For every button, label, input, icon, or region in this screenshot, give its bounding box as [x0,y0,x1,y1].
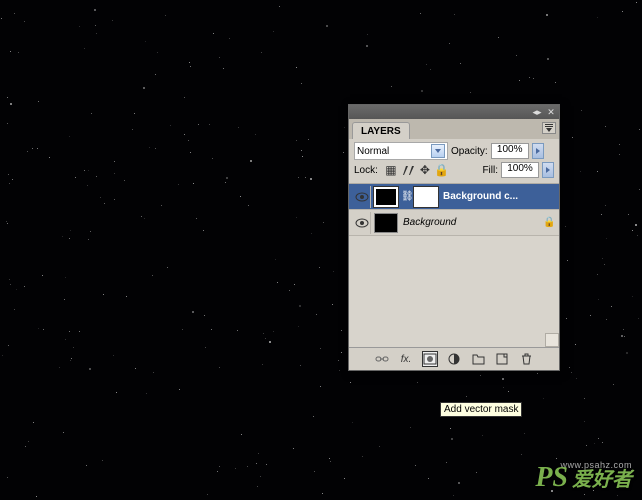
layer-thumbnail[interactable] [374,213,398,233]
lock-all-icon[interactable]: 🔒 [434,162,450,178]
layer-row[interactable]: ⛓ Background c... [349,184,559,210]
fill-flyout-icon[interactable] [542,162,554,178]
mask-link-icon[interactable]: ⛓ [401,191,411,202]
panel-titlebar: ◂▸ ✕ [349,105,559,119]
tab-bar: LAYERS [349,119,559,139]
collapse-icon[interactable]: ◂▸ [532,107,542,117]
lock-icon-group: ▦ ✥ 🔒 [383,162,450,178]
adjustment-layer-icon[interactable] [446,351,462,367]
watermark-ps: PS [535,462,568,494]
panel-bottom-bar: fx. [349,348,559,370]
watermark-text: 爱好者 [572,463,632,492]
lock-indicator-icon: 🔒 [543,217,555,228]
layer-name[interactable]: Background [401,217,540,228]
layer-list: ⛓ Background c... Background 🔒 [349,183,559,236]
opacity-input[interactable]: 100% [491,143,529,159]
layer-row[interactable]: Background 🔒 [349,210,559,236]
mask-thumbnail[interactable] [414,187,438,207]
layer-controls: Normal Opacity: 100% Lock: ▦ ✥ 🔒 Fill: 1… [349,139,559,183]
layer-name[interactable]: Background c... [441,191,555,202]
watermark-logo: PS 爱好者 [535,462,632,494]
add-mask-icon[interactable] [422,351,438,367]
chevron-down-icon [431,144,445,158]
opacity-flyout-icon[interactable] [532,143,544,159]
tooltip: Add vector mask [440,402,522,417]
link-layers-icon[interactable] [374,351,390,367]
delete-layer-icon[interactable] [518,351,534,367]
visibility-icon[interactable] [353,212,371,234]
lock-position-icon[interactable]: ✥ [417,162,433,178]
layers-panel: ◂▸ ✕ LAYERS Normal Opacity: 100% Lock: ▦… [348,104,560,371]
lock-pixels-icon[interactable] [400,162,416,178]
lock-label: Lock: [354,165,378,176]
layer-thumbnail[interactable] [374,187,398,207]
resize-grip-icon[interactable] [545,333,559,347]
opacity-label: Opacity: [451,146,488,157]
visibility-icon[interactable] [353,186,371,208]
blend-mode-select[interactable]: Normal [354,142,448,160]
fill-input[interactable]: 100% [501,162,539,178]
blend-mode-value: Normal [357,146,389,157]
new-group-icon[interactable] [470,351,486,367]
fill-label: Fill: [482,165,498,176]
panel-menu-icon[interactable] [542,122,556,134]
lock-transparent-icon[interactable]: ▦ [383,162,399,178]
new-layer-icon[interactable] [494,351,510,367]
close-icon[interactable]: ✕ [546,107,556,117]
fx-icon[interactable]: fx. [398,351,414,367]
layer-list-empty [349,236,559,348]
tab-layers[interactable]: LAYERS [352,122,410,139]
